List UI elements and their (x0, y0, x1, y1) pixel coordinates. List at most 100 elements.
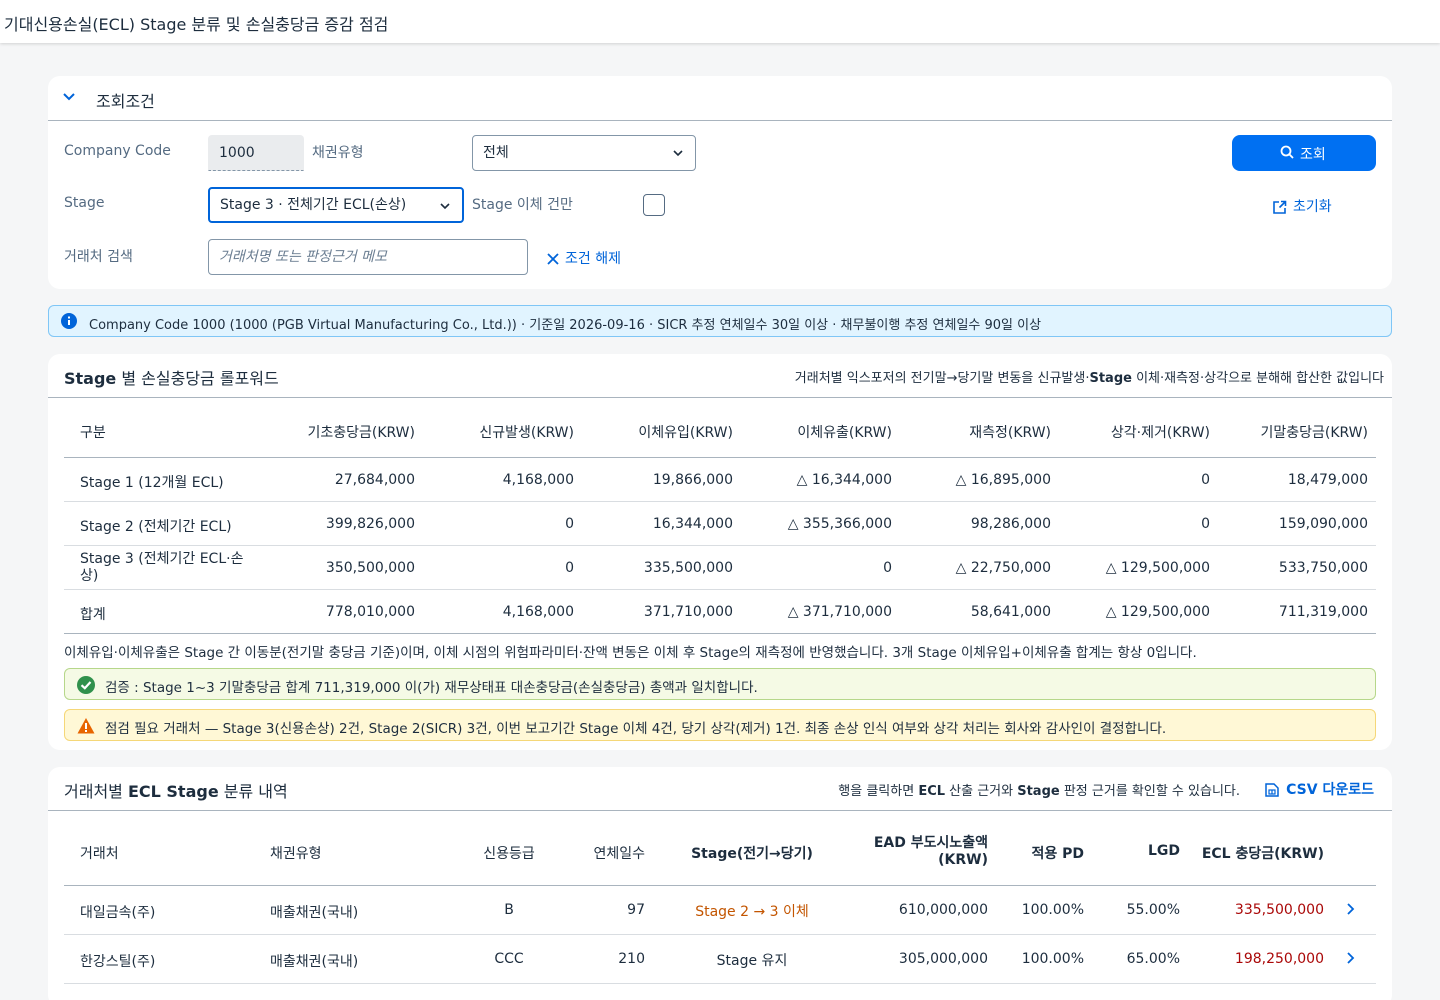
table-row[interactable]: 한강스틸(주) 매출채권(국내) CCC 210 Stage 유지 305,00… (64, 935, 1376, 984)
table-cell: 98,286,000 (970, 516, 1051, 532)
rollforward-header: Stage 별 손실충당금 롤포워드 거래처별 익스포저의 전기말→당기말 변동… (48, 354, 1392, 398)
column-header: 채권유형 (270, 846, 322, 862)
column-header: 상각·제거(KRW) (1110, 425, 1210, 441)
shell-bar: 기대신용손실(ECL) Stage 분류 및 손실충당금 증감 점검 (0, 0, 1440, 43)
validation-success-message: 검증 : Stage 1~3 기말충당금 합계 711,319,000 이(가)… (64, 668, 1376, 700)
transfer-only-checkbox[interactable] (643, 194, 665, 216)
column-header: 기말충당금(KRW) (1260, 425, 1368, 441)
detail-hint: 행을 클릭하면 ECL 산출 근거와 Stage 판정 근거를 확인할 수 있습… (838, 784, 1240, 799)
table-cell: △ 371,710,000 (787, 604, 892, 620)
table-cell: 610,000,000 (898, 902, 988, 918)
close-icon (547, 253, 559, 265)
filter-title: 조회조건 (96, 92, 155, 111)
table-cell: 100.00% (1021, 902, 1084, 918)
table-cell: 0 (1201, 472, 1210, 488)
stage-select[interactable]: Stage 3 · 전체기간 ECL(손상) (208, 187, 464, 223)
table-cell: 335,500,000 (643, 560, 733, 576)
rollforward-title: Stage 별 손실충당금 롤포워드 (64, 369, 279, 388)
table-cell: 0 (1201, 516, 1210, 532)
column-header: 이체유출(KRW) (797, 425, 892, 441)
search-icon (1280, 145, 1294, 159)
table-cell: 4,168,000 (502, 472, 574, 488)
table-header-row: 거래처 채권유형 신용등급 연체일수 Stage(전기→당기) EAD 부도시노… (64, 811, 1376, 886)
column-header: 이체유입(KRW) (638, 425, 733, 441)
validation-success-text: 검증 : Stage 1~3 기말충당금 합계 711,319,000 이(가)… (105, 680, 758, 696)
column-header: 재측정(KRW) (969, 425, 1051, 441)
table-cell: 97 (627, 902, 645, 918)
company-code-label: Company Code (64, 143, 171, 159)
chevron-down-icon (440, 203, 450, 210)
table-cell: 18,479,000 (1287, 472, 1368, 488)
table-cell: △ 355,366,000 (787, 516, 892, 532)
table-cell: 711,319,000 (1278, 604, 1368, 620)
table-row[interactable]: 대일금속(주) 매출채권(국내) B 97 Stage 2 → 3 이체 610… (64, 886, 1376, 935)
filter-header[interactable]: 조회조건 (48, 76, 1392, 121)
column-header: LGD (1147, 843, 1180, 859)
info-icon (61, 313, 77, 329)
transfer-only-label: Stage 이체 건만 (472, 197, 573, 213)
search-label: 거래처 검색 (64, 249, 133, 265)
rollforward-panel: Stage 별 손실충당금 롤포워드 거래처별 익스포저의 전기말→당기말 변동… (48, 354, 1392, 750)
column-header: Stage(전기→당기) (691, 846, 813, 862)
table-cell: 159,090,000 (1278, 516, 1368, 532)
column-header: 기초충당금(KRW) (307, 425, 415, 441)
column-header: EAD 부도시노출액 (KRW) (873, 835, 988, 868)
search-input[interactable]: 거래처명 또는 판정근거 메모 (208, 239, 528, 275)
stage-label: Stage (64, 195, 105, 211)
table-row: Stage 2 (전체기간 ECL) 399,826,000 0 16,344,… (64, 502, 1376, 546)
receivable-type-label: 채권유형 (312, 145, 364, 161)
info-strip: Company Code 1000 (1000 (PGB Virtual Man… (48, 305, 1392, 337)
rollforward-note: 이체유입·이체유출은 Stage 간 이동분(전기말 충당금 기준)이며, 이체… (64, 645, 1197, 661)
column-header: 신용등급 (483, 846, 535, 862)
company-code-field[interactable]: 1000 (208, 135, 304, 171)
table-cell: 0 (565, 516, 574, 532)
row-label: Stage 2 (전체기간 ECL) (80, 519, 232, 535)
chevron-right-icon[interactable] (1345, 903, 1355, 915)
clear-filters-link[interactable]: 조건 해제 (547, 248, 621, 268)
csv-download-label: CSV 다운로드 (1286, 782, 1374, 798)
table-cell: △ 16,895,000 (955, 472, 1051, 488)
table-cell: 305,000,000 (898, 951, 988, 967)
table-row: Stage 3 (전체기간 ECL·손상) 350,500,000 0 335,… (64, 546, 1376, 590)
table-cell: 매출채권(국내) (270, 905, 359, 921)
table-cell: △ 16,344,000 (796, 472, 892, 488)
receivable-type-value: 전체 (483, 145, 509, 161)
column-header: 연체일수 (593, 846, 645, 862)
table-cell: 371,710,000 (643, 604, 733, 620)
row-label: Stage 3 (전체기간 ECL·손상) (80, 551, 244, 584)
table-cell: 55.00% (1126, 902, 1180, 918)
detail-header: 거래처별 ECL Stage 분류 내역 행을 클릭하면 ECL 산출 근거와 … (48, 767, 1392, 811)
query-button-label: 조회 (1300, 147, 1326, 163)
reset-link[interactable]: 초기화 (1272, 196, 1332, 216)
column-header: ECL 충당금(KRW) (1201, 846, 1324, 862)
chevron-right-icon[interactable] (1345, 952, 1355, 964)
page-title: 기대신용손실(ECL) Stage 분류 및 손실충당금 증감 점검 (4, 15, 389, 34)
csv-download-button[interactable]: CSV 다운로드 (1264, 779, 1374, 799)
table-cell: 4,168,000 (502, 604, 574, 620)
table-cell: 350,500,000 (325, 560, 415, 576)
review-warning-message: 점검 필요 거래처 — Stage 3(신용손상) 2건, Stage 2(SI… (64, 709, 1376, 741)
table-cell: 533,750,000 (1278, 560, 1368, 576)
detail-title: 거래처별 ECL Stage 분류 내역 (64, 782, 288, 801)
table-cell: 399,826,000 (325, 516, 415, 532)
table-cell: 한강스틸(주) (80, 954, 156, 970)
table-cell: 210 (618, 951, 645, 967)
table-cell: 27,684,000 (334, 472, 415, 488)
stage-status: Stage 2 → 3 이체 (695, 904, 809, 920)
column-header: 적용 PD (1031, 846, 1084, 862)
query-button[interactable]: 조회 (1232, 135, 1376, 171)
reset-label: 초기화 (1293, 199, 1332, 215)
table-cell: △ 22,750,000 (955, 560, 1051, 576)
table-cell: 100.00% (1021, 951, 1084, 967)
table-cell: 778,010,000 (325, 604, 415, 620)
receivable-type-select[interactable]: 전체 (472, 135, 696, 171)
table-cell: 대일금속(주) (80, 905, 156, 921)
row-label: Stage 1 (12개월 ECL) (80, 475, 224, 491)
table-cell: B (504, 902, 514, 918)
info-text: Company Code 1000 (1000 (PGB Virtual Man… (89, 318, 1042, 333)
chevron-down-icon[interactable] (62, 90, 76, 104)
table-cell: 0 (565, 560, 574, 576)
clear-filters-label: 조건 해제 (565, 251, 621, 267)
stage-detail-panel: 거래처별 ECL Stage 분류 내역 행을 클릭하면 ECL 산출 근거와 … (48, 767, 1392, 1000)
table-cell: 19,866,000 (652, 472, 733, 488)
